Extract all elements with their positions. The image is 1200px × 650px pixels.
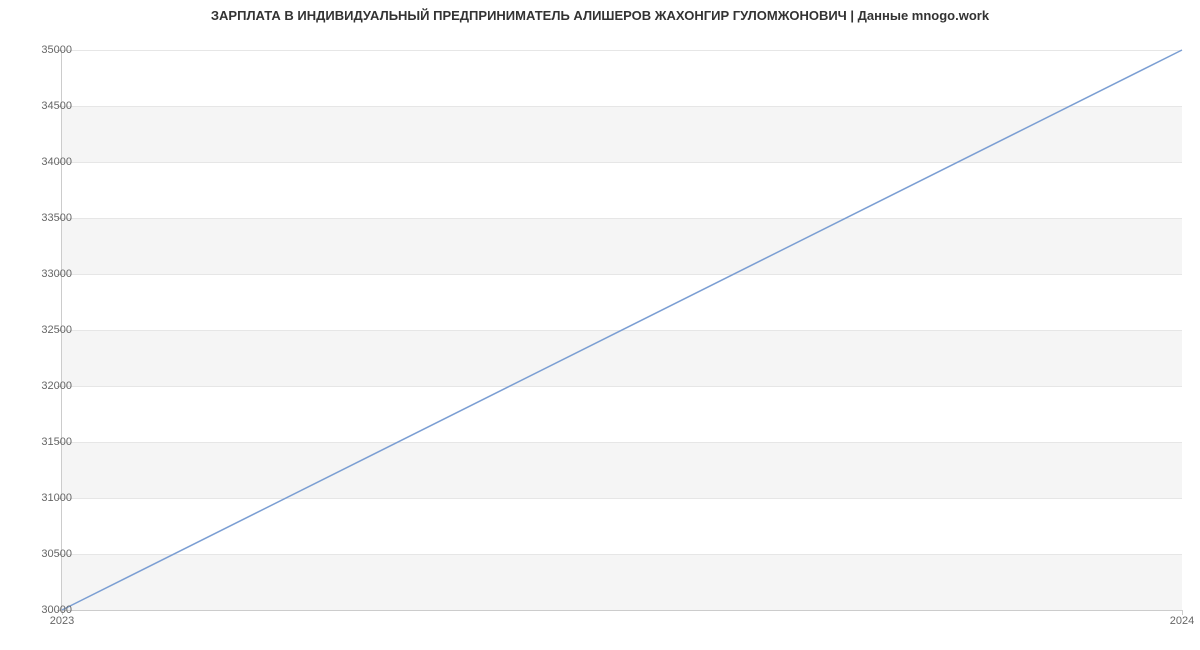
y-tick-label: 34500 [12, 100, 72, 112]
y-tick-label: 35000 [12, 44, 72, 56]
y-tick-label: 32000 [12, 380, 72, 392]
y-tick-label: 33500 [12, 212, 72, 224]
y-tick-label: 31500 [12, 436, 72, 448]
y-tick-label: 34000 [12, 156, 72, 168]
data-line [62, 50, 1182, 610]
x-tick-label: 2024 [1170, 615, 1194, 627]
y-tick-label: 31000 [12, 492, 72, 504]
line-series [62, 50, 1182, 610]
x-tick-label: 2023 [50, 615, 74, 627]
x-axis-line [62, 610, 1182, 611]
y-tick-label: 33000 [12, 268, 72, 280]
y-tick-label: 30500 [12, 548, 72, 560]
y-tick-label: 32500 [12, 324, 72, 336]
plot-area [62, 50, 1182, 610]
chart-container: ЗАРПЛАТА В ИНДИВИДУАЛЬНЫЙ ПРЕДПРИНИМАТЕЛ… [0, 0, 1200, 650]
chart-title: ЗАРПЛАТА В ИНДИВИДУАЛЬНЫЙ ПРЕДПРИНИМАТЕЛ… [0, 8, 1200, 23]
